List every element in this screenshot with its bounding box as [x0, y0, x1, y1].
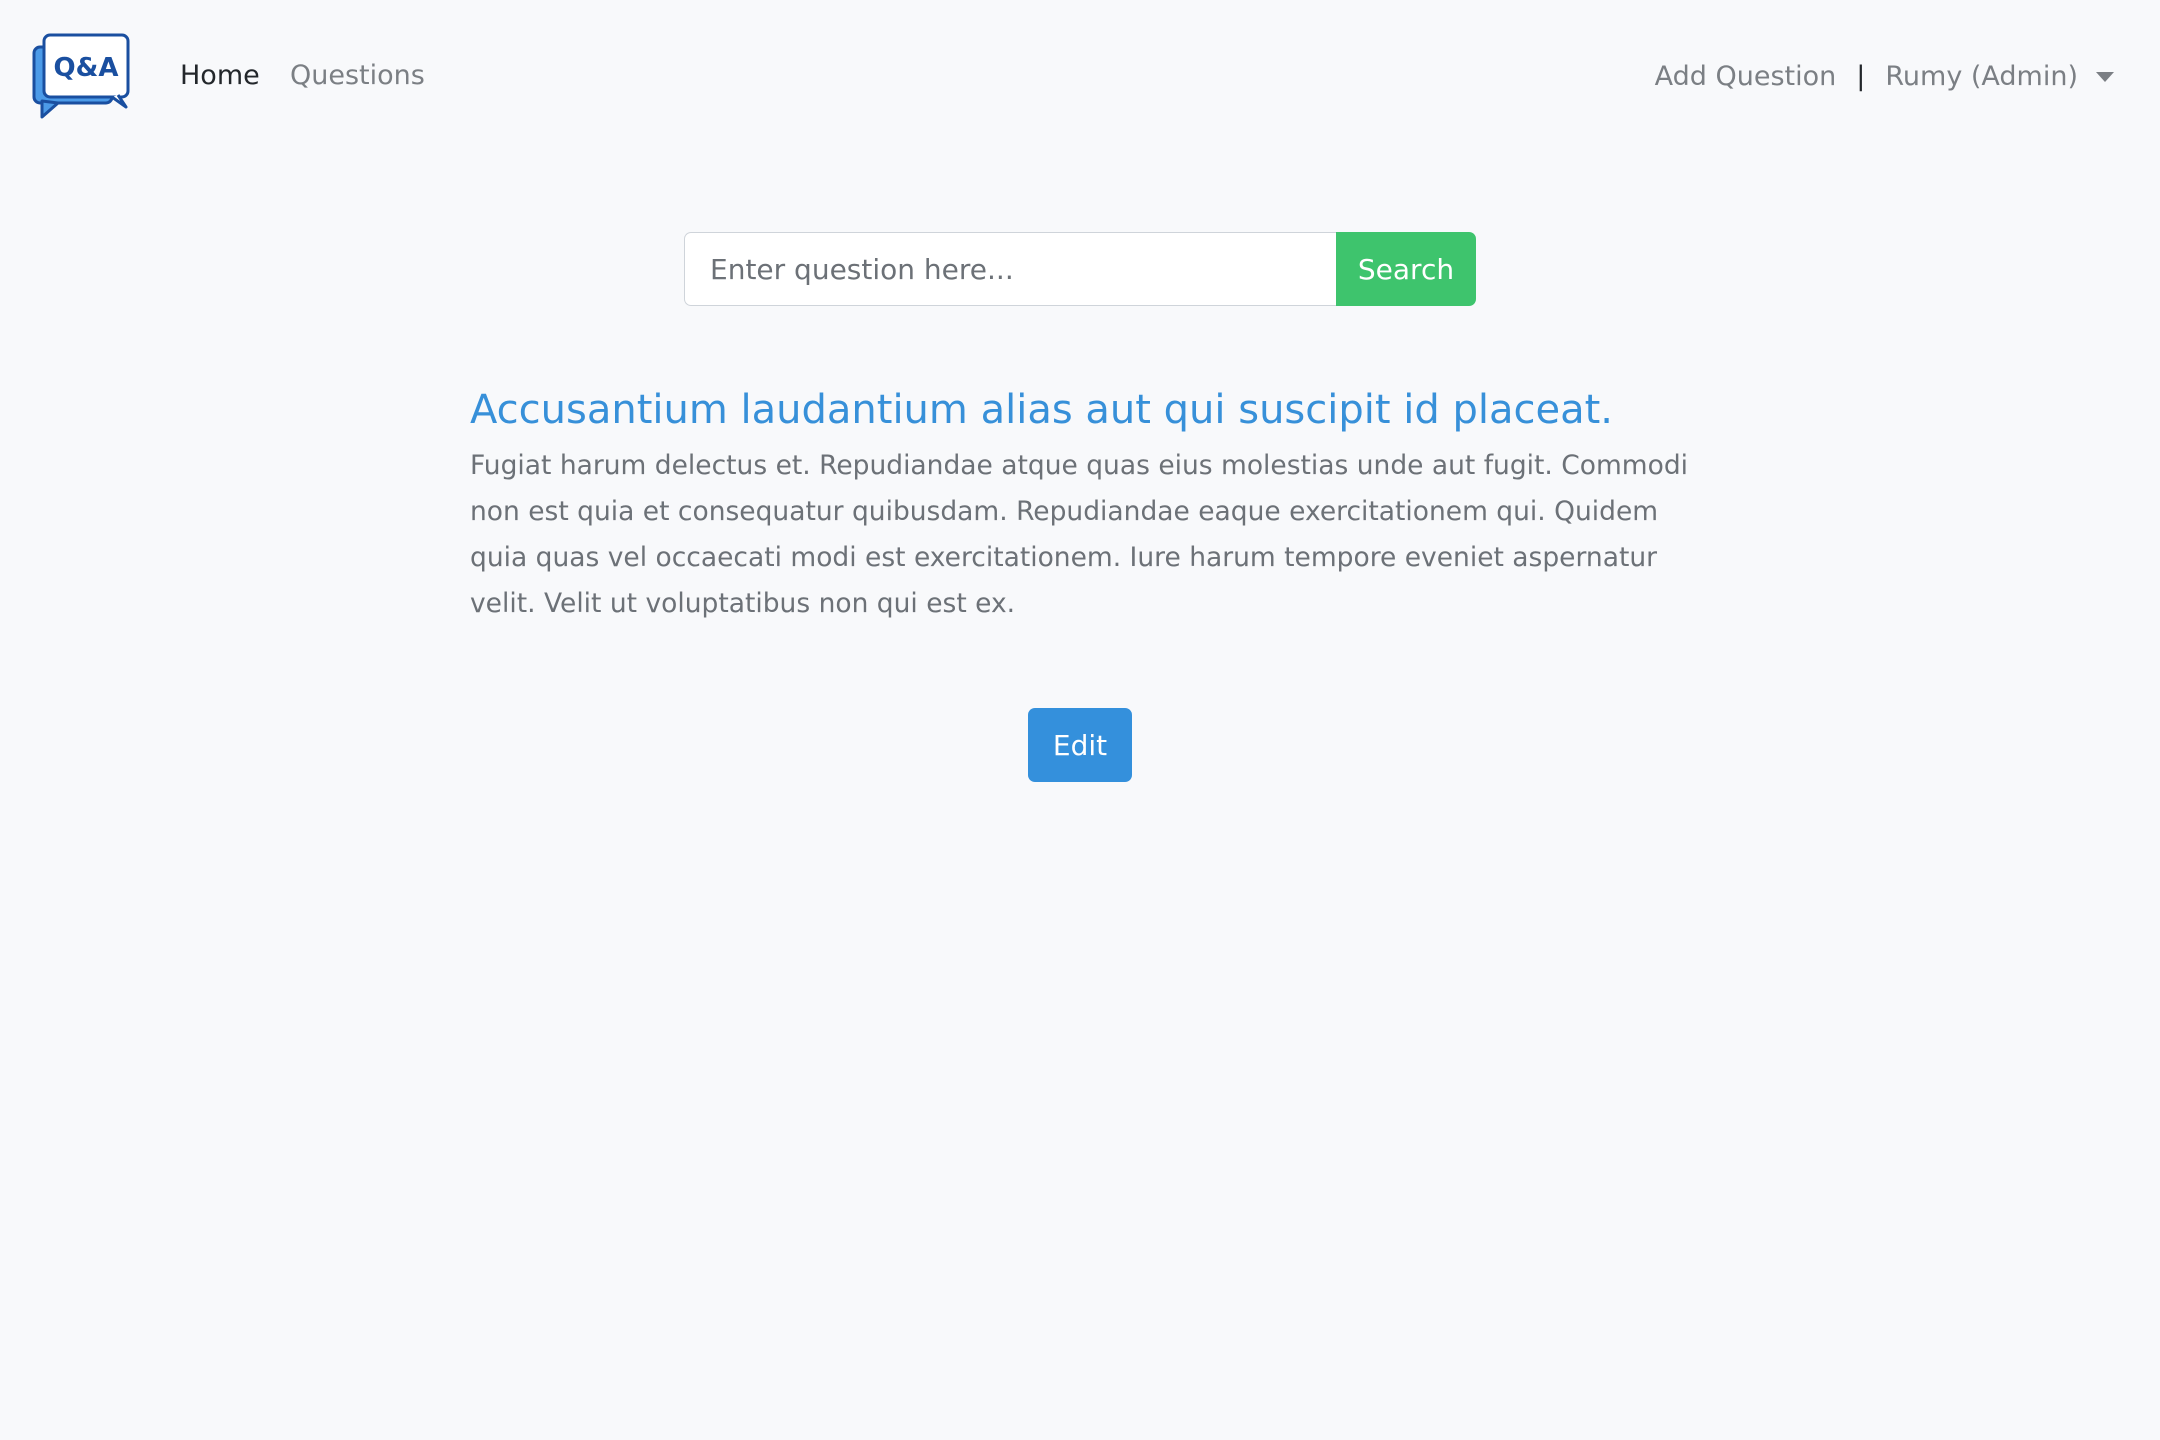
search-input[interactable] [684, 232, 1336, 306]
question-title[interactable]: Accusantium laudantium alias aut qui sus… [470, 382, 1710, 438]
nav-link-questions[interactable]: Questions [290, 54, 425, 98]
search-button[interactable]: Search [1336, 232, 1476, 306]
nav-separator: | [1856, 60, 1866, 92]
add-question-link[interactable]: Add Question [1655, 61, 1837, 92]
search-form: Search [684, 232, 1476, 306]
user-name-label: Rumy (Admin) [1885, 60, 2078, 92]
navbar-right: Add Question | Rumy (Admin) [1655, 54, 2114, 98]
page: Q&A Home Questions Add Question | Rumy (… [0, 0, 2160, 1440]
navbar: Q&A Home Questions Add Question | Rumy (… [0, 0, 2160, 154]
caret-down-icon [2096, 72, 2114, 82]
question-body: Fugiat harum delectus et. Repudiandae at… [470, 450, 1689, 619]
qa-logo[interactable]: Q&A [32, 31, 132, 121]
edit-button[interactable]: Edit [1028, 708, 1132, 782]
qa-logo-icon: Q&A [32, 33, 130, 119]
nav-link-home[interactable]: Home [180, 54, 260, 98]
user-menu-toggle[interactable]: Rumy (Admin) [1885, 61, 2114, 92]
qa-logo-text: Q&A [54, 53, 119, 83]
